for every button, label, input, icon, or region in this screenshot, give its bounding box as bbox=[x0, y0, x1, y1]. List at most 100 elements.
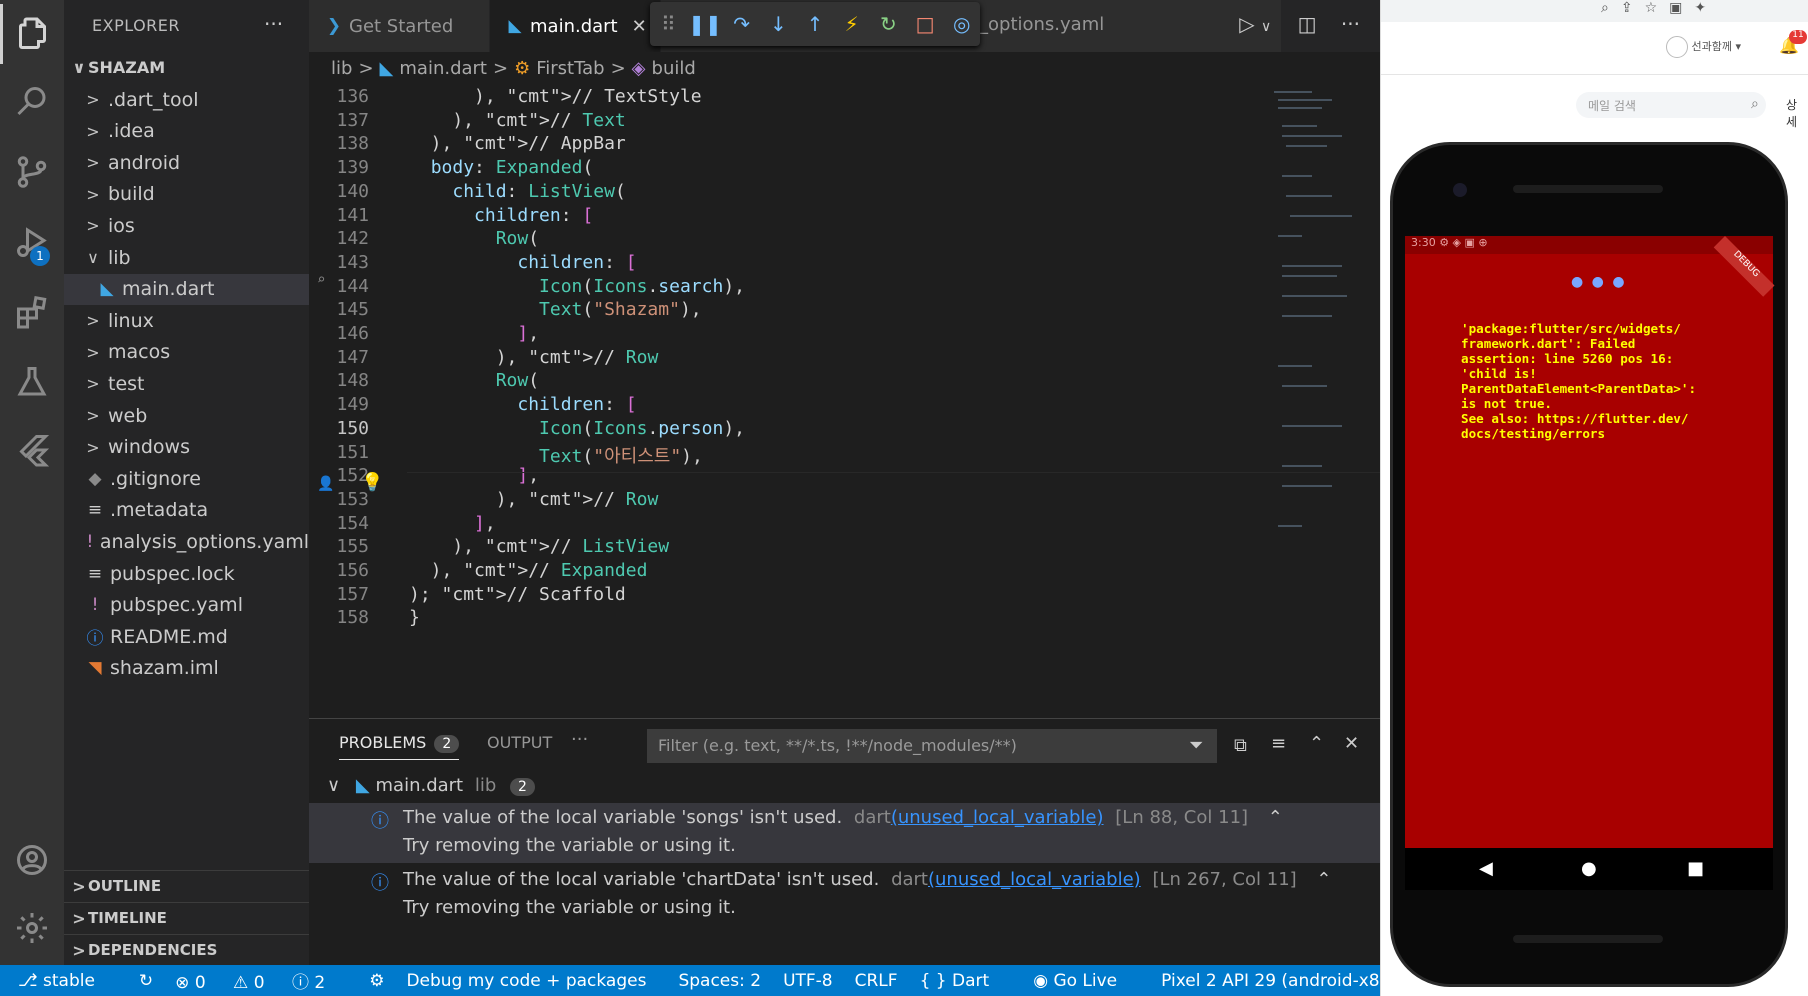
status-golive[interactable]: ◉ Go Live bbox=[1033, 971, 1139, 991]
explorer-item[interactable]: ◥ shazam.iml bbox=[64, 653, 309, 684]
explorer-item[interactable]: > .dart_tool bbox=[64, 84, 309, 115]
problems-filter-input[interactable]: Filter (e.g. text, **/*.ts, !**/node_mod… bbox=[647, 729, 1217, 763]
explorer-item[interactable]: > build bbox=[64, 179, 309, 210]
settings-gear-icon[interactable] bbox=[0, 898, 64, 958]
search-icon[interactable]: ⌕ bbox=[1751, 96, 1759, 112]
code-line[interactable]: children: [ bbox=[409, 394, 636, 415]
step-into-icon[interactable]: ↓ bbox=[760, 12, 797, 36]
status-encoding[interactable]: UTF-8 bbox=[783, 971, 833, 991]
code-editor[interactable]: 136 ), "cmt">// TextStyle 137 ), "cmt">//… bbox=[309, 86, 1407, 718]
close-panel-icon[interactable]: ✕ bbox=[1344, 733, 1359, 754]
code-line[interactable]: ), "cmt">// Row bbox=[409, 347, 659, 368]
code-line[interactable]: Text("아티스트"), bbox=[409, 442, 703, 468]
stop-icon[interactable]: □ bbox=[907, 12, 944, 36]
explorer-item[interactable]: ≡ pubspec.lock bbox=[64, 558, 309, 589]
problem-item[interactable]: ⓘ The value of the local variable 'chart… bbox=[309, 865, 1380, 925]
status-debug-mode[interactable]: Debug my code + packages bbox=[406, 971, 646, 991]
drag-handle-icon[interactable]: ⠿ bbox=[650, 12, 687, 36]
code-line[interactable]: ), "cmt">// Text bbox=[409, 110, 625, 131]
code-line[interactable]: ); "cmt">// Scaffold bbox=[409, 584, 626, 605]
code-line[interactable]: Icon(Icons.search), bbox=[409, 276, 745, 297]
problem-item[interactable]: ⓘ The value of the local variable 'songs… bbox=[309, 803, 1380, 863]
code-line[interactable]: Row( bbox=[409, 228, 539, 249]
restart-icon[interactable]: ↻ bbox=[870, 12, 907, 36]
tab-output[interactable]: OUTPUT bbox=[487, 733, 552, 752]
explorer-more-button[interactable]: ··· bbox=[264, 12, 283, 36]
devtools-icon[interactable]: ◎ bbox=[943, 12, 980, 36]
share-icon[interactable]: ⇪ bbox=[1621, 0, 1645, 16]
explorer-item[interactable]: > ios bbox=[64, 210, 309, 241]
breadcrumb-method[interactable]: build bbox=[652, 58, 696, 79]
problem-code-link[interactable]: (unused_local_variable) bbox=[891, 807, 1104, 828]
tab-main-dart[interactable]: ◣ main.dart ✕ bbox=[490, 0, 660, 52]
minimap[interactable] bbox=[1272, 86, 1372, 556]
extension-icon[interactable]: ✦ bbox=[1694, 0, 1718, 16]
explorer-item[interactable]: > macos bbox=[64, 337, 309, 368]
maximize-panel-icon[interactable]: ⌃ bbox=[1309, 733, 1324, 754]
hot-reload-icon[interactable]: ⚡ bbox=[833, 12, 870, 36]
explorer-item[interactable]: > .idea bbox=[64, 116, 309, 147]
source-control-icon[interactable] bbox=[0, 142, 64, 202]
status-spaces[interactable]: Spaces: 2 bbox=[678, 971, 761, 991]
back-icon[interactable]: ◀ bbox=[1479, 858, 1493, 879]
explorer-item[interactable]: > windows bbox=[64, 432, 309, 463]
explorer-icon[interactable] bbox=[0, 4, 64, 64]
code-line[interactable]: child: ListView( bbox=[409, 181, 625, 202]
code-line[interactable]: children: [ bbox=[409, 205, 593, 226]
section-timeline[interactable]: > TIMELINE bbox=[64, 902, 309, 933]
explorer-item[interactable]: ∨ lib bbox=[64, 242, 309, 273]
sync-icon[interactable]: ↻ bbox=[139, 971, 153, 991]
status-problems[interactable]: ⊗ 0 ⚠ 0 ⓘ 2 bbox=[175, 968, 347, 993]
code-line[interactable]: ), "cmt">// Row bbox=[409, 489, 659, 510]
tab-get-started[interactable]: ❯ Get Started bbox=[309, 0, 489, 52]
run-debug-icon[interactable]: 1 bbox=[0, 212, 64, 272]
testing-icon[interactable] bbox=[0, 352, 64, 412]
chevron-up-icon[interactable]: ⌃ bbox=[1316, 869, 1331, 890]
code-line[interactable]: body: Expanded( bbox=[409, 157, 594, 178]
explorer-item[interactable]: ! analysis_options.yaml bbox=[64, 526, 309, 557]
account-icon[interactable] bbox=[0, 830, 64, 890]
explorer-item[interactable]: ◆ .gitignore bbox=[64, 463, 309, 494]
problem-file-row[interactable]: ∨ ◣ main.dart lib 2 bbox=[309, 775, 1380, 796]
code-line[interactable]: ), "cmt">// AppBar bbox=[409, 133, 626, 154]
camera-icon[interactable]: ▣ bbox=[1669, 0, 1694, 16]
explorer-item[interactable]: ⓘ README.md bbox=[64, 621, 309, 652]
code-line[interactable]: } bbox=[409, 607, 420, 628]
explorer-item[interactable]: > android bbox=[64, 147, 309, 178]
explorer-item[interactable]: > test bbox=[64, 368, 309, 399]
explorer-item[interactable]: > linux bbox=[64, 305, 309, 336]
debug-icon[interactable]: ⚙ bbox=[369, 971, 384, 991]
panel-more-button[interactable]: ··· bbox=[571, 729, 588, 750]
code-line[interactable]: children: [ bbox=[409, 252, 636, 273]
step-out-icon[interactable]: ↑ bbox=[797, 12, 834, 36]
run-icon[interactable]: ▷ bbox=[1239, 12, 1254, 36]
section-dependencies[interactable]: > DEPENDENCIES bbox=[64, 934, 309, 965]
breadcrumb-file[interactable]: main.dart bbox=[399, 58, 487, 79]
view-as-list-icon[interactable]: ≡ bbox=[1271, 733, 1286, 754]
code-line[interactable]: Icon(Icons.person), bbox=[409, 418, 745, 439]
breadcrumb-lib[interactable]: lib bbox=[331, 58, 352, 79]
breadcrumb-class[interactable]: FirstTab bbox=[536, 58, 604, 79]
more-actions-icon[interactable]: ··· bbox=[1341, 12, 1360, 36]
app-screen[interactable]: 3:30 ⚙ ◈ ▣ ⊕ DEBUG ● ● ● 'package:flutte… bbox=[1405, 236, 1775, 848]
chevron-up-icon[interactable]: ⌃ bbox=[1268, 807, 1283, 828]
code-line[interactable]: ), "cmt">// TextStyle bbox=[409, 86, 702, 107]
pause-icon[interactable]: ❚❚ bbox=[687, 12, 724, 36]
flutter-icon[interactable] bbox=[0, 420, 64, 480]
explorer-item[interactable]: ◣ main.dart bbox=[64, 273, 309, 305]
problem-code-link[interactable]: (unused_local_variable) bbox=[928, 869, 1141, 890]
status-eol[interactable]: CRLF bbox=[855, 971, 898, 991]
recents-icon[interactable]: ■ bbox=[1687, 858, 1704, 879]
code-line[interactable]: ], bbox=[409, 323, 539, 344]
search-icon[interactable] bbox=[0, 72, 64, 132]
explorer-item[interactable]: > web bbox=[64, 400, 309, 431]
home-icon[interactable]: ● bbox=[1581, 858, 1597, 879]
mail-search-input[interactable]: 메일 검색 bbox=[1576, 92, 1766, 118]
close-icon[interactable]: ✕ bbox=[632, 16, 647, 37]
filter-icon[interactable]: ⏷ bbox=[1189, 735, 1203, 756]
status-branch[interactable]: ⎇ stable bbox=[18, 971, 117, 991]
tab-problems[interactable]: PROBLEMS 2 bbox=[339, 733, 460, 760]
code-line[interactable]: ), "cmt">// Expanded bbox=[409, 560, 648, 581]
status-language[interactable]: { } Dart bbox=[920, 971, 1012, 991]
step-over-icon[interactable]: ↷ bbox=[723, 12, 760, 36]
